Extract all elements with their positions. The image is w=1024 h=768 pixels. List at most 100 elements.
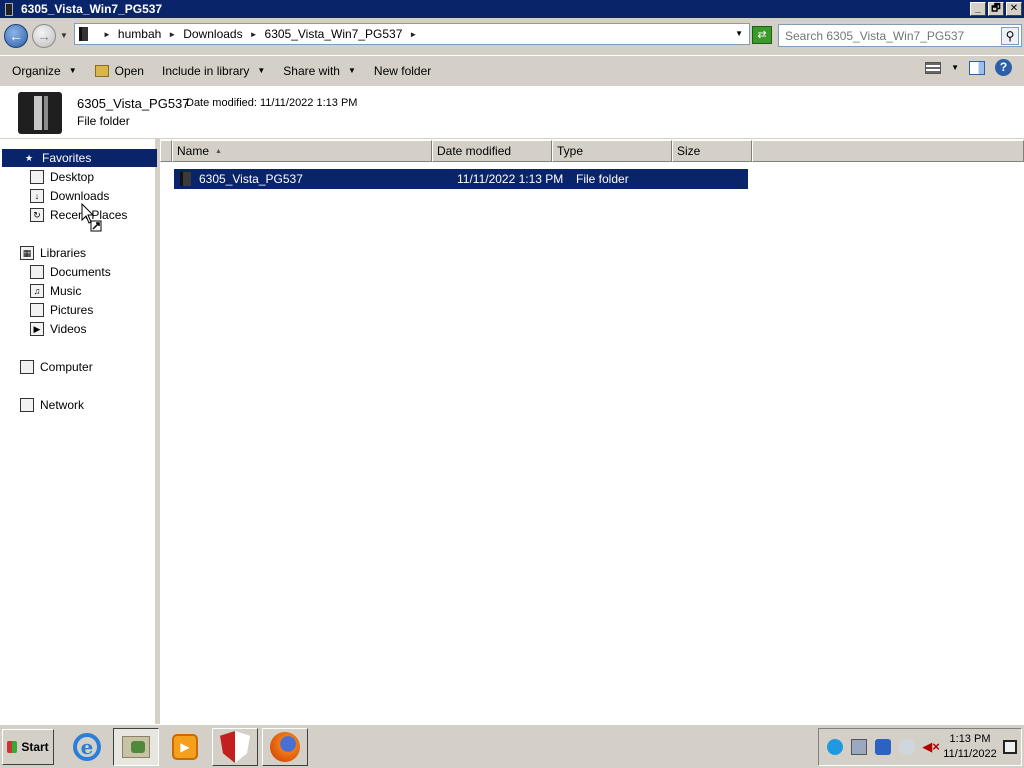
close-button[interactable]: ✕ [1006, 2, 1022, 16]
table-row[interactable]: 6305_Vista_PG537 11/11/2022 1:13 PM File… [174, 169, 748, 189]
cloud-icon[interactable] [899, 739, 915, 755]
file-date: 11/11/2022 1:13 PM [457, 172, 564, 186]
item-type: File folder [77, 114, 130, 128]
breadcrumb-humbah[interactable]: humbah [118, 27, 161, 41]
address-row: ← → ▼ ► humbah ► Downloads ► 6305_Vista_… [0, 18, 1024, 54]
media-player-icon: ▶ [172, 734, 198, 760]
nav-label: Pictures [50, 303, 94, 317]
internet-explorer-icon: e [73, 733, 101, 761]
forward-button[interactable]: → [32, 24, 56, 48]
column-label: Type [557, 144, 584, 158]
address-bar[interactable]: ► humbah ► Downloads ► 6305_Vista_Win7_P… [74, 23, 750, 45]
refresh-button[interactable]: ⇄ [752, 26, 772, 44]
search-input[interactable] [779, 28, 1001, 43]
column-header-size[interactable]: Size [672, 140, 752, 162]
chevron-right-icon[interactable]: ► [103, 30, 111, 39]
window-title: 6305_Vista_Win7_PG537 [21, 2, 163, 16]
nav-item-network[interactable]: Network [20, 396, 84, 414]
include-in-library-button[interactable]: Include in library ▼ [156, 59, 271, 83]
nav-item-documents[interactable]: Documents [30, 263, 111, 281]
details-pane: 6305_Vista_PG537 Date modified: 11/11/20… [0, 86, 1024, 138]
nav-item-music[interactable]: ♫ Music [30, 282, 81, 300]
new-folder-button[interactable]: New folder [368, 59, 437, 83]
skype-icon[interactable] [827, 739, 843, 755]
chevron-down-icon[interactable]: ▼ [951, 63, 959, 72]
views-icon[interactable] [925, 61, 942, 74]
share-with-button[interactable]: Share with ▼ [277, 59, 362, 83]
column-label: Name [177, 144, 210, 158]
open-button[interactable]: Open [89, 59, 150, 83]
nav-item-desktop[interactable]: Desktop [30, 168, 94, 186]
chevron-down-icon: ▼ [347, 66, 356, 75]
folder-icon [79, 27, 88, 41]
search-box[interactable]: ⚲ [778, 24, 1022, 47]
column-spacer [160, 140, 172, 162]
recent-pages-dropdown[interactable]: ▼ [60, 31, 68, 40]
nav-label: Computer [40, 360, 93, 374]
chevron-down-icon[interactable]: ▼ [735, 29, 743, 38]
minimize-button[interactable]: _ [970, 2, 986, 16]
star-icon: ★ [22, 151, 36, 165]
date-modified-label: Date modified: [186, 97, 257, 109]
clock[interactable]: 1:13 PM 11/11/2022 [939, 732, 1001, 762]
back-button[interactable]: ← [4, 24, 28, 48]
nav-item-libraries[interactable]: ▦ Libraries [20, 244, 86, 262]
show-desktop-icon[interactable] [1003, 740, 1017, 754]
network-status-icon[interactable] [851, 739, 867, 755]
nav-item-pictures[interactable]: Pictures [30, 301, 93, 319]
nav-item-recent-places[interactable]: ↻ Recent Places [30, 206, 127, 224]
taskbar-security-app[interactable] [212, 728, 258, 766]
nav-label: Music [50, 284, 82, 298]
shield-icon [220, 731, 250, 763]
network-icon [20, 398, 34, 412]
nav-label: Network [40, 398, 85, 412]
command-bar: Organize ▼ Open Include in library ▼ Sha… [0, 55, 1024, 85]
nav-item-computer[interactable]: Computer [20, 358, 93, 376]
nav-item-favorites[interactable]: ★ Favorites [2, 149, 157, 167]
clock-date: 11/11/2022 [943, 748, 997, 760]
organize-label: Organize [12, 63, 61, 78]
nav-label: Downloads [50, 189, 110, 203]
library-icon: ▦ [20, 246, 34, 260]
breadcrumb-downloads[interactable]: Downloads [183, 27, 242, 41]
start-button[interactable]: Start [2, 729, 54, 765]
date-modified-value: 11/11/2022 1:13 PM [260, 97, 358, 109]
column-header-date-modified[interactable]: Date modified [432, 140, 552, 162]
selected-item-name: 6305_Vista_PG537 [77, 96, 190, 111]
column-label: Date modified [437, 144, 512, 158]
volume-muted-icon[interactable]: ◀× [922, 739, 940, 755]
column-header-row: Name ▲ Date modified Type Size [160, 140, 1024, 162]
taskbar-internet-explorer[interactable]: e [64, 728, 110, 766]
help-icon[interactable]: ? [995, 59, 1012, 76]
file-list: Name ▲ Date modified Type Size 6305_Vist… [160, 139, 1024, 724]
nav-item-videos[interactable]: ▶ Videos [30, 320, 86, 338]
video-icon: ▶ [30, 322, 44, 336]
column-header-type[interactable]: Type [552, 140, 672, 162]
bluetooth-icon[interactable] [875, 739, 891, 755]
taskbar: Start e ▶ ◀× 1:13 PM 11/11/2022 [0, 724, 1024, 768]
include-in-library-label: Include in library [161, 63, 250, 78]
chevron-right-icon[interactable]: ► [409, 30, 417, 39]
clock-time: 1:13 PM [949, 733, 991, 745]
desktop-icon [30, 170, 44, 184]
organize-button[interactable]: Organize ▼ [6, 59, 83, 83]
chevron-down-icon: ▼ [257, 66, 266, 75]
chevron-right-icon[interactable]: ► [168, 30, 176, 39]
column-header-name[interactable]: Name ▲ [172, 140, 432, 162]
restore-button[interactable]: 🗗 [988, 2, 1004, 16]
taskbar-windows-explorer[interactable] [113, 728, 159, 766]
breadcrumb-current[interactable]: 6305_Vista_Win7_PG537 [265, 27, 403, 41]
preview-pane-icon[interactable] [969, 60, 985, 75]
chevron-down-icon: ▼ [68, 66, 77, 75]
search-icon[interactable]: ⚲ [1001, 26, 1019, 45]
firefox-icon [270, 732, 300, 762]
taskbar-media-player[interactable]: ▶ [162, 728, 208, 766]
file-name: 6305_Vista_PG537 [199, 172, 303, 186]
chevron-right-icon[interactable]: ► [250, 30, 258, 39]
new-folder-label: New folder [373, 63, 432, 78]
nav-label: Libraries [40, 246, 87, 260]
taskbar-firefox[interactable] [262, 728, 308, 766]
start-label: Start [21, 740, 49, 754]
column-filler [752, 140, 1024, 162]
mouse-cursor-icon [81, 203, 102, 232]
